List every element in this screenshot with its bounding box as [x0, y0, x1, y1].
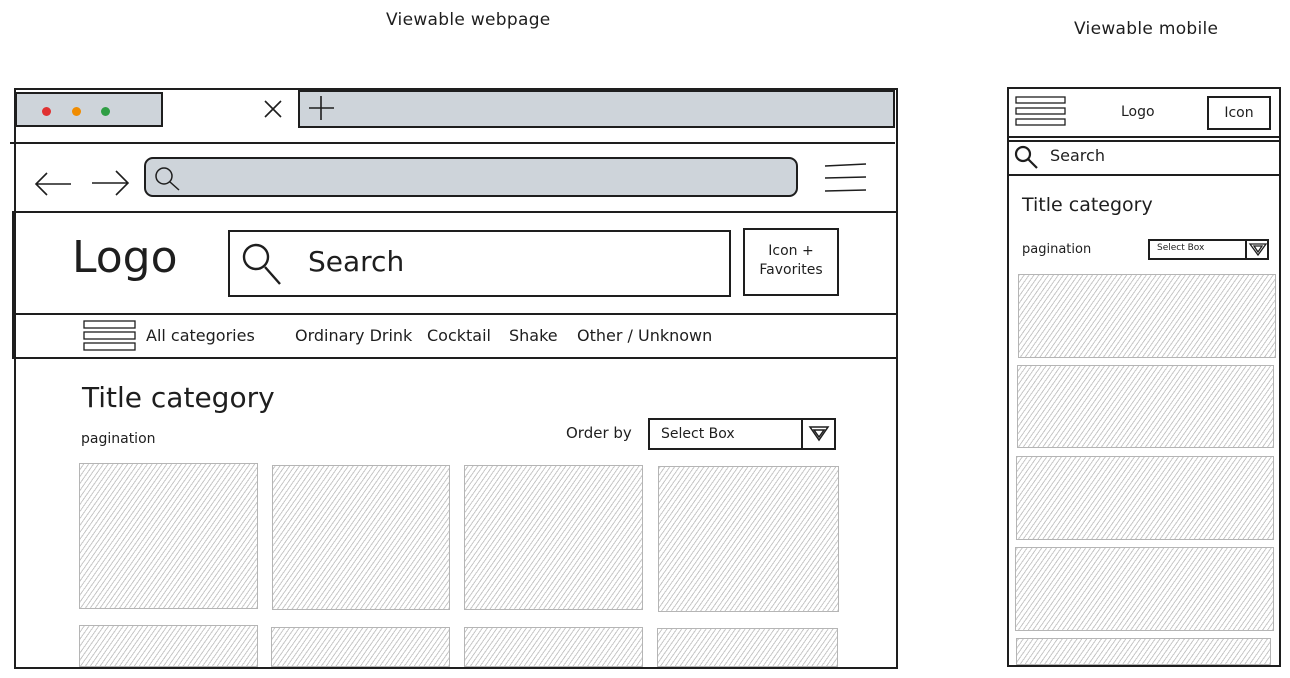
address-search-icon: [155, 167, 180, 191]
search-icon: [242, 243, 281, 285]
nav-all-categories[interactable]: All categories: [146, 328, 255, 344]
back-arrow-icon[interactable]: [33, 170, 73, 198]
mobile-hamburger-icon[interactable]: [1015, 95, 1067, 129]
favorites-button-line1: Icon +: [768, 243, 814, 259]
mobile-logo[interactable]: Logo: [1121, 105, 1155, 119]
mobile-card-placeholder[interactable]: [1017, 365, 1274, 448]
toolbar-divider: [10, 142, 895, 144]
mobile-card-placeholder[interactable]: [1016, 638, 1271, 665]
mobile-search-icon: [1014, 145, 1038, 169]
order-by-select-value: Select Box: [661, 426, 735, 442]
mobile-page-title: Title category: [1022, 194, 1153, 216]
mobile-select-value: Select Box: [1157, 243, 1205, 253]
select-divider: [801, 418, 803, 450]
favorites-button-line2: Favorites: [759, 262, 823, 278]
nav-shake[interactable]: Shake: [509, 328, 558, 344]
forward-arrow-icon[interactable]: [90, 168, 132, 198]
logo[interactable]: Logo: [72, 236, 178, 280]
mobile-search-placeholder: Search: [1050, 146, 1105, 165]
dropdown-arrow-icon[interactable]: [808, 424, 830, 442]
mobile-caption: Viewable mobile: [1074, 19, 1219, 39]
browser-tab[interactable]: [15, 92, 163, 127]
mobile-card-placeholder[interactable]: [1015, 547, 1274, 631]
mobile-card-placeholder[interactable]: [1018, 274, 1276, 358]
card-placeholder[interactable]: [79, 625, 258, 667]
card-placeholder[interactable]: [272, 465, 450, 610]
search-input[interactable]: [228, 230, 731, 297]
mobile-header-divider: [1008, 136, 1280, 138]
mobile-search-input[interactable]: [1007, 140, 1281, 176]
card-placeholder[interactable]: [271, 627, 450, 667]
mobile-card-placeholder[interactable]: [1016, 456, 1274, 540]
categories-menu-icon[interactable]: [83, 319, 137, 353]
window-minimize-dot[interactable]: [72, 107, 81, 116]
nav-cocktail[interactable]: Cocktail: [427, 328, 491, 344]
order-by-label: Order by: [566, 424, 632, 442]
card-placeholder[interactable]: [658, 466, 839, 612]
card-placeholder[interactable]: [79, 463, 258, 609]
mobile-icon-button-label: Icon: [1224, 105, 1254, 121]
mobile-pagination[interactable]: pagination: [1022, 243, 1091, 256]
search-placeholder: Search: [308, 245, 405, 278]
webpage-caption: Viewable webpage: [386, 10, 551, 30]
card-placeholder[interactable]: [464, 627, 643, 667]
window-close-dot[interactable]: [42, 107, 51, 116]
card-placeholder[interactable]: [657, 628, 838, 667]
close-icon[interactable]: [263, 99, 283, 119]
mobile-dropdown-arrow-icon[interactable]: [1248, 242, 1268, 257]
window-maximize-dot[interactable]: [101, 107, 110, 116]
address-bar[interactable]: [144, 157, 798, 197]
tab-strip: [298, 90, 895, 128]
pagination[interactable]: pagination: [81, 432, 156, 446]
page-title: Title category: [82, 381, 275, 414]
hamburger-menu-icon[interactable]: [824, 162, 868, 194]
mobile-select-divider: [1245, 239, 1247, 260]
nav-other-unknown[interactable]: Other / Unknown: [577, 328, 712, 344]
nav-ordinary-drink[interactable]: Ordinary Drink: [295, 328, 412, 344]
card-placeholder[interactable]: [464, 465, 643, 610]
plus-icon[interactable]: [308, 95, 336, 121]
